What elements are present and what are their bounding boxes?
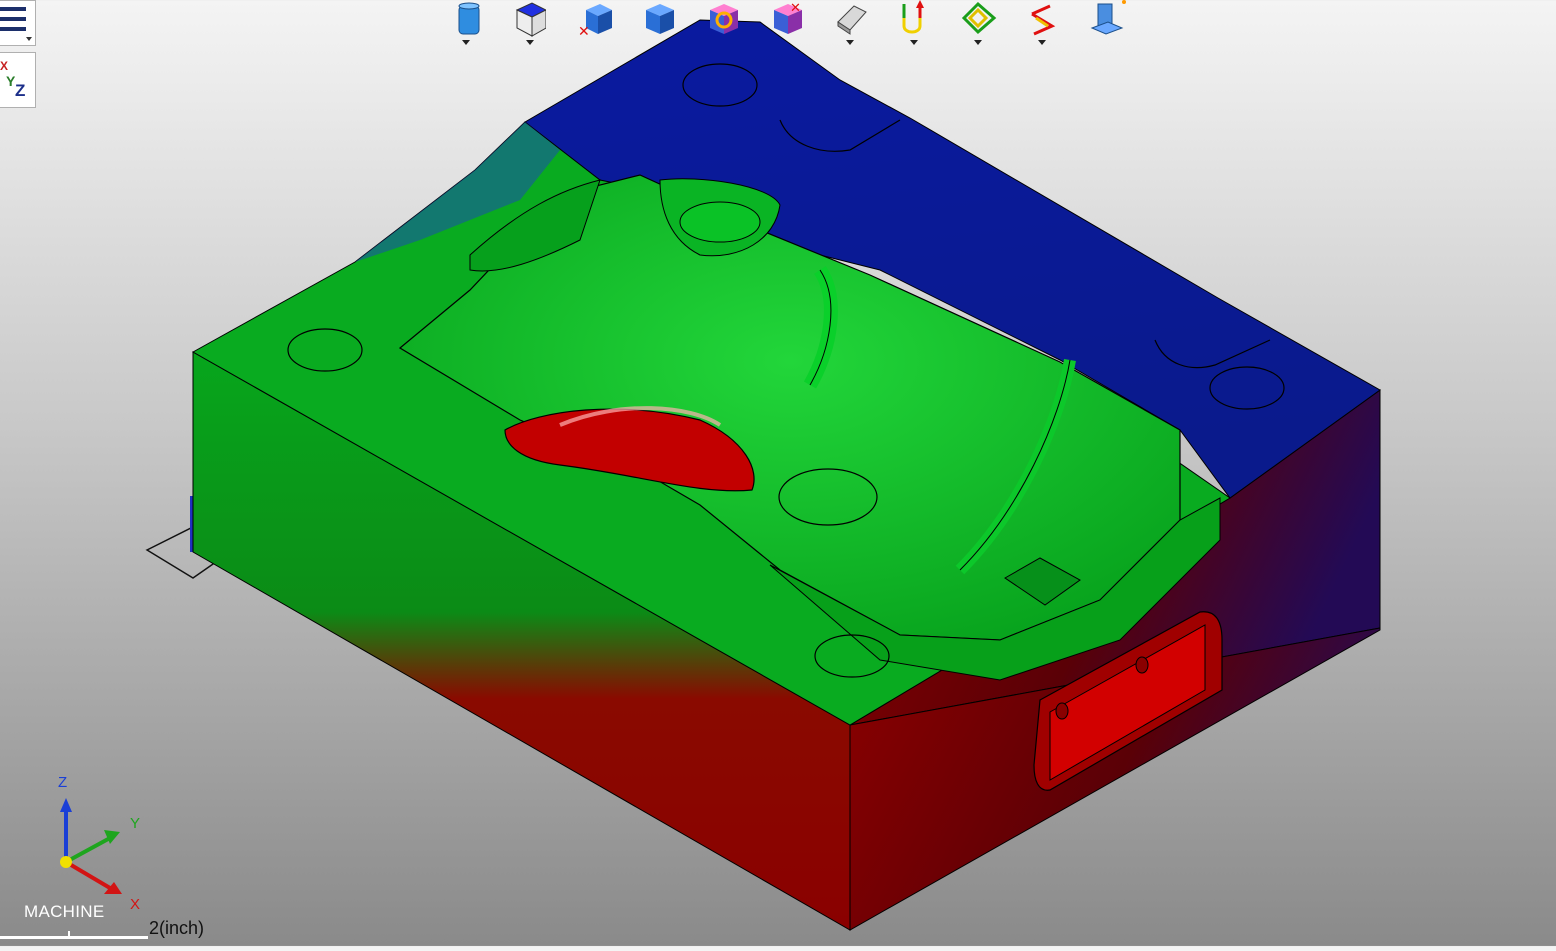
stock-toolbar: ✕ ✕ (444, 0, 1134, 50)
machine-simulation-icon (1090, 0, 1126, 35)
cylinder-stock-icon (458, 2, 480, 35)
menu-button[interactable] (0, 0, 36, 46)
triad-x-label: X (130, 896, 141, 913)
eraser-button[interactable] (828, 0, 868, 48)
toolpath-direction-button[interactable] (892, 0, 932, 48)
remove-stock-button[interactable]: ✕ (572, 0, 612, 48)
eraser-icon (837, 5, 867, 35)
solid-box-icon (646, 4, 674, 34)
rest-toolpath-icon (1031, 4, 1056, 36)
scale-tick (68, 931, 70, 937)
svg-text:✕: ✕ (790, 0, 801, 15)
chevron-down-icon (974, 40, 982, 45)
chevron-down-icon (526, 40, 534, 45)
coordinate-system-name: MACHINE (24, 902, 105, 921)
triad-z-label: Z (58, 774, 68, 791)
chevron-down-icon (1038, 40, 1046, 45)
scale-label: 2(inch) (149, 918, 205, 938)
chevron-down-icon (462, 40, 470, 45)
wireframe-box-icon (515, 2, 546, 37)
chevron-down-icon (26, 37, 32, 41)
contour-toolpath-icon (961, 1, 997, 35)
machine-simulation-button[interactable] (1084, 0, 1126, 48)
chevron-down-icon (910, 40, 918, 45)
svg-text:✕: ✕ (578, 23, 590, 39)
delete-stock-button[interactable]: ✕ (764, 0, 804, 48)
3d-viewport[interactable] (0, 0, 1556, 946)
refresh-stock-icon (710, 4, 738, 34)
view-axis-button[interactable]: X Y Z (0, 52, 36, 108)
coordinate-triad (60, 798, 122, 894)
chevron-down-icon (846, 40, 854, 45)
scale-bar (0, 936, 148, 939)
triad-y-label: Y (130, 815, 141, 832)
cylinder-stock-button[interactable] (444, 0, 484, 48)
refresh-stock-button[interactable] (700, 0, 740, 48)
wireframe-box-button[interactable] (508, 0, 548, 48)
remove-stock-icon: ✕ (578, 4, 612, 39)
solid-box-button[interactable] (636, 0, 676, 48)
part-model[interactable] (0, 0, 1556, 946)
delete-stock-icon: ✕ (774, 0, 802, 34)
toolpath-direction-icon (902, 0, 924, 34)
contour-toolpath-button[interactable] (956, 0, 997, 48)
rest-toolpath-button[interactable] (1020, 0, 1060, 48)
